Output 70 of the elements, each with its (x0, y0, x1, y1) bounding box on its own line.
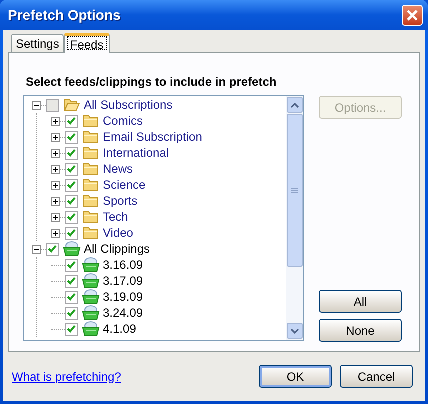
checkbox[interactable] (65, 306, 78, 320)
expand-icon[interactable] (51, 132, 60, 142)
bowl-icon (82, 257, 100, 273)
expand-icon[interactable] (51, 228, 60, 238)
tree-item[interactable]: All Clippings (84, 240, 150, 258)
checkbox[interactable] (65, 258, 78, 272)
expand-icon[interactable] (51, 212, 60, 222)
checkbox[interactable] (65, 114, 78, 128)
window-title: Prefetch Options (8, 6, 121, 25)
tree-item[interactable]: 3.16.09 (103, 256, 144, 274)
expand-icon[interactable] (51, 196, 60, 206)
dialog-button[interactable]: Cancel (340, 365, 413, 388)
checkbox[interactable] (65, 210, 78, 224)
checkbox[interactable] (65, 178, 78, 192)
tree-item[interactable]: 3.17.09 (103, 272, 144, 290)
expand-icon[interactable] (51, 180, 60, 190)
collapse-icon[interactable] (32, 100, 41, 110)
checkbox[interactable] (65, 130, 78, 144)
tree-item[interactable]: Science (103, 176, 146, 194)
expand-icon[interactable] (51, 164, 60, 174)
bowl-icon (82, 305, 100, 321)
checkbox[interactable] (65, 146, 78, 160)
side-button[interactable]: All (319, 290, 402, 313)
checkbox[interactable] (65, 274, 78, 288)
tab[interactable]: Settings (11, 34, 64, 52)
section-heading: Select feeds/clippings to include in prefetch (26, 74, 277, 91)
tree-item[interactable]: 3.19.09 (103, 288, 144, 306)
tree-item[interactable]: Video (103, 224, 134, 242)
folder-icon (83, 210, 99, 224)
side-button[interactable]: None (319, 319, 402, 342)
expand-icon[interactable] (51, 148, 60, 158)
tree-item[interactable]: 3.24.09 (103, 304, 144, 322)
folder-icon (83, 146, 99, 160)
bowl-icon (82, 289, 100, 305)
folder-icon (83, 162, 99, 176)
tree-item[interactable]: All Subscriptions (84, 96, 173, 114)
tree-item[interactable]: Sports (103, 192, 138, 210)
close-button[interactable] (402, 4, 423, 26)
tab[interactable]: Feeds (64, 33, 110, 53)
checkbox[interactable] (65, 162, 78, 176)
scroll-thumb[interactable] (286, 114, 302, 267)
scroll-down-button[interactable] (286, 323, 302, 339)
checkbox[interactable] (46, 242, 59, 256)
checkbox[interactable] (65, 194, 78, 208)
folder-icon (83, 194, 99, 208)
scrollbar[interactable] (286, 96, 303, 340)
tree-item[interactable]: International (103, 144, 170, 162)
folder-icon (83, 178, 99, 192)
checkbox[interactable] (46, 98, 59, 112)
help-link[interactable]: What is prefetching? (12, 368, 122, 386)
tree-item[interactable]: 4.1.09 (103, 320, 136, 338)
scroll-up-button[interactable] (286, 97, 302, 113)
checkbox[interactable] (65, 226, 78, 240)
folder-icon (83, 130, 99, 144)
folder-icon (83, 114, 99, 128)
expand-icon[interactable] (51, 116, 60, 126)
tree-item[interactable]: News (103, 160, 134, 178)
tree-item[interactable]: Comics (103, 112, 144, 130)
tree-item[interactable]: Email Subscription (103, 128, 202, 146)
folder-icon (83, 226, 99, 240)
bowl-icon (63, 241, 81, 257)
dialog-button[interactable]: OK (259, 365, 332, 388)
tree-item[interactable]: Tech (103, 208, 128, 226)
close-icon (407, 10, 418, 20)
collapse-icon[interactable] (32, 244, 41, 254)
bowl-icon (82, 273, 100, 289)
checkbox[interactable] (65, 322, 78, 336)
open-folder-icon (64, 98, 80, 112)
checkbox[interactable] (65, 290, 78, 304)
bowl-icon (82, 321, 100, 337)
